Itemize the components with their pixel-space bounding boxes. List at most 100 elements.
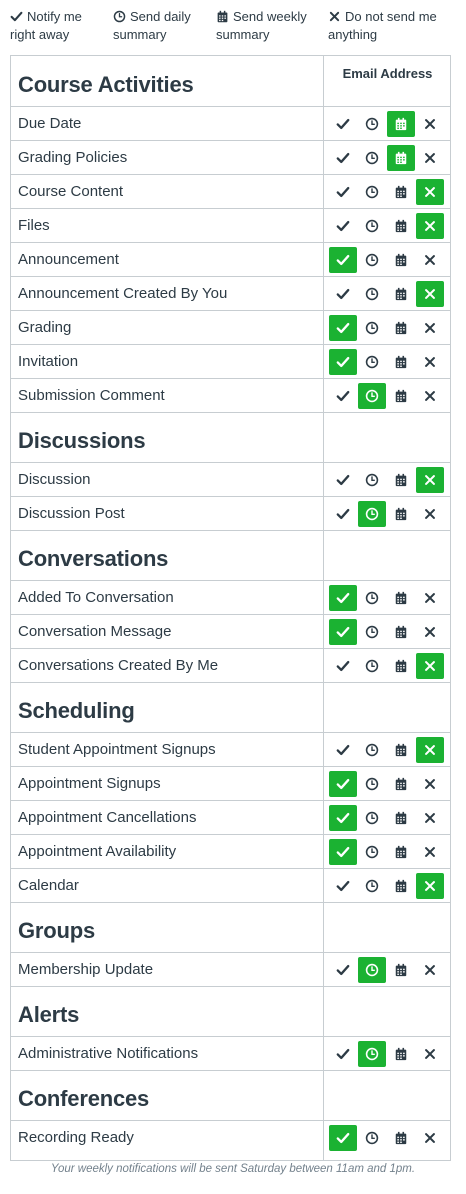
frequency-weekly-button[interactable]	[387, 179, 415, 205]
calendar-icon	[394, 845, 408, 859]
frequency-never-button[interactable]	[416, 383, 444, 409]
frequency-never-button[interactable]	[416, 1125, 444, 1151]
frequency-daily-button[interactable]	[358, 281, 386, 307]
frequency-daily-button[interactable]	[358, 619, 386, 645]
frequency-weekly-button[interactable]	[387, 771, 415, 797]
frequency-never-button[interactable]	[416, 619, 444, 645]
frequency-weekly-button[interactable]	[387, 247, 415, 273]
frequency-weekly-button[interactable]	[387, 213, 415, 239]
frequency-weekly-button[interactable]	[387, 737, 415, 763]
frequency-weekly-button[interactable]	[387, 467, 415, 493]
frequency-weekly-button[interactable]	[387, 873, 415, 899]
frequency-immediately-button[interactable]	[329, 1041, 357, 1067]
frequency-immediately-button[interactable]	[329, 315, 357, 341]
frequency-daily-button[interactable]	[358, 111, 386, 137]
frequency-daily-button[interactable]	[358, 315, 386, 341]
frequency-never-button[interactable]	[416, 501, 444, 527]
frequency-never-button[interactable]	[416, 771, 444, 797]
frequency-daily-button[interactable]	[358, 179, 386, 205]
frequency-daily-button[interactable]	[358, 1125, 386, 1151]
frequency-immediately-button[interactable]	[329, 653, 357, 679]
frequency-daily-button[interactable]	[358, 957, 386, 983]
x-icon	[423, 879, 437, 893]
frequency-immediately-button[interactable]	[329, 957, 357, 983]
frequency-immediately-button[interactable]	[329, 501, 357, 527]
frequency-daily-button[interactable]	[358, 145, 386, 171]
frequency-weekly-button[interactable]	[387, 281, 415, 307]
frequency-immediately-button[interactable]	[329, 383, 357, 409]
frequency-never-button[interactable]	[416, 145, 444, 171]
frequency-weekly-button[interactable]	[387, 805, 415, 831]
frequency-daily-button[interactable]	[358, 247, 386, 273]
frequency-immediately-button[interactable]	[329, 737, 357, 763]
frequency-never-button[interactable]	[416, 805, 444, 831]
frequency-never-button[interactable]	[416, 213, 444, 239]
frequency-never-button[interactable]	[416, 957, 444, 983]
frequency-immediately-button[interactable]	[329, 145, 357, 171]
frequency-daily-button[interactable]	[358, 805, 386, 831]
frequency-never-button[interactable]	[416, 247, 444, 273]
frequency-daily-button[interactable]	[358, 737, 386, 763]
frequency-never-button[interactable]	[416, 281, 444, 307]
frequency-weekly-button[interactable]	[387, 1125, 415, 1151]
frequency-immediately-button[interactable]	[329, 619, 357, 645]
clock-icon	[365, 625, 379, 639]
frequency-daily-button[interactable]	[358, 383, 386, 409]
frequency-never-button[interactable]	[416, 467, 444, 493]
frequency-immediately-button[interactable]	[329, 349, 357, 375]
x-icon	[328, 10, 341, 23]
frequency-immediately-button[interactable]	[329, 467, 357, 493]
frequency-daily-button[interactable]	[358, 467, 386, 493]
frequency-weekly-button[interactable]	[387, 653, 415, 679]
frequency-weekly-button[interactable]	[387, 315, 415, 341]
check-icon	[336, 845, 350, 859]
frequency-immediately-button[interactable]	[329, 839, 357, 865]
frequency-immediately-button[interactable]	[329, 873, 357, 899]
frequency-never-button[interactable]	[416, 349, 444, 375]
frequency-immediately-button[interactable]	[329, 585, 357, 611]
frequency-daily-button[interactable]	[358, 213, 386, 239]
frequency-never-button[interactable]	[416, 839, 444, 865]
calendar-icon	[394, 287, 408, 301]
category-header-row: Conversations	[11, 530, 450, 580]
check-icon	[336, 185, 350, 199]
frequency-daily-button[interactable]	[358, 839, 386, 865]
frequency-never-button[interactable]	[416, 585, 444, 611]
frequency-never-button[interactable]	[416, 111, 444, 137]
notification-label: Administrative Notifications	[18, 1045, 199, 1062]
clock-icon	[365, 659, 379, 673]
frequency-weekly-button[interactable]	[387, 839, 415, 865]
frequency-daily-button[interactable]	[358, 873, 386, 899]
frequency-weekly-button[interactable]	[387, 111, 415, 137]
frequency-immediately-button[interactable]	[329, 281, 357, 307]
frequency-never-button[interactable]	[416, 653, 444, 679]
frequency-weekly-button[interactable]	[387, 957, 415, 983]
frequency-never-button[interactable]	[416, 179, 444, 205]
frequency-never-button[interactable]	[416, 315, 444, 341]
frequency-weekly-button[interactable]	[387, 619, 415, 645]
frequency-weekly-button[interactable]	[387, 585, 415, 611]
frequency-immediately-button[interactable]	[329, 771, 357, 797]
frequency-weekly-button[interactable]	[387, 1041, 415, 1067]
category-header-row: Groups	[11, 902, 450, 952]
frequency-never-button[interactable]	[416, 1041, 444, 1067]
frequency-immediately-button[interactable]	[329, 179, 357, 205]
frequency-immediately-button[interactable]	[329, 805, 357, 831]
frequency-immediately-button[interactable]	[329, 213, 357, 239]
frequency-daily-button[interactable]	[358, 653, 386, 679]
frequency-weekly-button[interactable]	[387, 349, 415, 375]
frequency-never-button[interactable]	[416, 873, 444, 899]
x-icon	[423, 287, 437, 301]
frequency-daily-button[interactable]	[358, 585, 386, 611]
frequency-daily-button[interactable]	[358, 501, 386, 527]
frequency-never-button[interactable]	[416, 737, 444, 763]
frequency-daily-button[interactable]	[358, 771, 386, 797]
frequency-daily-button[interactable]	[358, 349, 386, 375]
frequency-weekly-button[interactable]	[387, 383, 415, 409]
frequency-immediately-button[interactable]	[329, 1125, 357, 1151]
frequency-immediately-button[interactable]	[329, 247, 357, 273]
frequency-weekly-button[interactable]	[387, 501, 415, 527]
frequency-daily-button[interactable]	[358, 1041, 386, 1067]
frequency-immediately-button[interactable]	[329, 111, 357, 137]
frequency-weekly-button[interactable]	[387, 145, 415, 171]
